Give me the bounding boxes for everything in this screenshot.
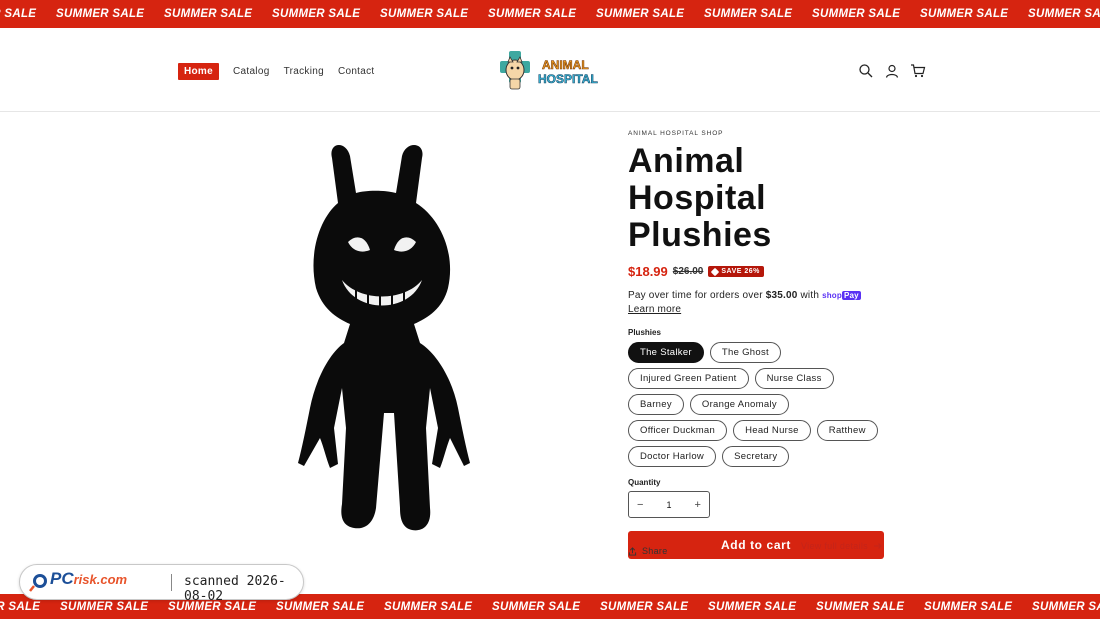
variant-option[interactable]: Doctor Harlow bbox=[628, 446, 717, 467]
installments-prefix: Pay over time for orders over bbox=[628, 290, 766, 301]
variant-option[interactable]: Barney bbox=[628, 394, 684, 415]
quantity-plus-button[interactable]: + bbox=[695, 499, 701, 511]
logo-line2: HOSPITAL bbox=[538, 72, 598, 86]
variant-option[interactable]: Orange Anomaly bbox=[689, 394, 789, 415]
announcement-text: SUMMER SALE bbox=[0, 8, 37, 20]
announcement-text: SUMMER SALE bbox=[812, 8, 901, 20]
compare-price: $26.00 bbox=[672, 266, 704, 277]
animal-hospital-logo[interactable]: ANIMAL HOSPITAL bbox=[494, 48, 602, 92]
save-badge: SAVE 26% bbox=[708, 266, 764, 277]
share-label: Share bbox=[642, 546, 668, 556]
tag-icon bbox=[711, 267, 720, 276]
variant-options: The Stalker The Ghost Injured Green Patien… bbox=[628, 342, 888, 467]
announcement-text: SUMMER SALE bbox=[704, 8, 793, 20]
magnifier-logo-icon bbox=[29, 574, 47, 592]
brand-pc: PC bbox=[50, 569, 74, 588]
save-label: SAVE 26% bbox=[721, 268, 760, 275]
announcement-text: SUMMER SALE bbox=[600, 600, 689, 613]
announcement-text: SUMMER SALE bbox=[1032, 600, 1100, 613]
arrow-right-icon bbox=[873, 543, 882, 549]
shop-pay-shop: shop bbox=[822, 291, 842, 300]
variant-option[interactable]: Nurse Class bbox=[754, 368, 834, 389]
variant-option[interactable]: Ratthew bbox=[816, 420, 878, 441]
announcement-text: SUMMER SALE bbox=[920, 8, 1009, 20]
quantity-minus-button[interactable]: − bbox=[637, 499, 643, 511]
nav-link-contact[interactable]: Contact bbox=[338, 64, 375, 79]
main-nav: Home Catalog Tracking Contact bbox=[178, 63, 375, 80]
announcement-text: SUMMER SALE bbox=[488, 8, 577, 20]
share-icon bbox=[628, 546, 637, 556]
variant-option[interactable]: Injured Green Patient bbox=[628, 368, 749, 389]
variant-option[interactable]: Officer Duckman bbox=[628, 420, 728, 441]
shop-pay-logo: shop Pay bbox=[822, 291, 861, 300]
price-row: $18.99 $26.00 SAVE 26% bbox=[628, 264, 888, 279]
quantity-label: Quantity bbox=[628, 478, 661, 487]
variant-option-label: Plushies bbox=[628, 328, 661, 337]
announcement-text: SUMMER SALE bbox=[924, 600, 1013, 613]
announcement-text: SUMMER SALE bbox=[272, 8, 361, 20]
brand-risk: risk.com bbox=[73, 572, 128, 587]
view-full-details-link[interactable]: View full details bbox=[801, 541, 882, 551]
installments-suffix: with bbox=[797, 290, 823, 301]
quantity-value[interactable]: 1 bbox=[666, 500, 671, 510]
cart-icon[interactable] bbox=[910, 63, 926, 79]
header-icons bbox=[858, 63, 926, 79]
product-image-stalker-plush[interactable] bbox=[280, 138, 480, 538]
share-button[interactable]: Share bbox=[628, 546, 668, 556]
quantity-stepper: − 1 + bbox=[628, 491, 710, 518]
announcement-text: SUMMER SALE bbox=[380, 8, 469, 20]
variant-option[interactable]: Head Nurse bbox=[733, 420, 811, 441]
announcement-text: SUMMER SALE bbox=[56, 8, 145, 20]
announcement-text: SUMMER SALE bbox=[164, 8, 253, 20]
product-info: ANIMAL HOSPITAL SHOP Animal Hospital Plu… bbox=[628, 130, 888, 559]
announcement-text: SUMMER SALE bbox=[492, 600, 581, 613]
badge-divider bbox=[171, 574, 172, 591]
pcrisk-watermark: PCrisk.com scanned 2026-08-02 bbox=[19, 564, 304, 604]
nav-link-home[interactable]: Home bbox=[178, 63, 219, 80]
learn-more-link[interactable]: Learn more bbox=[628, 304, 681, 315]
nav-link-tracking[interactable]: Tracking bbox=[284, 64, 324, 79]
variant-option[interactable]: Secretary bbox=[722, 446, 790, 467]
announcement-text: SUMMER SALE bbox=[816, 600, 905, 613]
product-title: Animal Hospital Plushies bbox=[628, 142, 772, 254]
account-icon[interactable] bbox=[884, 63, 900, 79]
pcrisk-brand: PCrisk.com bbox=[50, 569, 127, 589]
installments-message: Pay over time for orders over $35.00 wit… bbox=[628, 289, 888, 317]
nav-link-catalog[interactable]: Catalog bbox=[233, 64, 270, 79]
shop-pay-pay: Pay bbox=[841, 291, 861, 300]
product-vendor: ANIMAL HOSPITAL SHOP bbox=[628, 130, 724, 137]
search-icon[interactable] bbox=[858, 63, 874, 79]
sale-price: $18.99 bbox=[628, 264, 668, 279]
announcement-text: SUMMER SALE bbox=[1028, 8, 1100, 20]
installments-amount: $35.00 bbox=[765, 290, 798, 301]
variant-option[interactable]: The Ghost bbox=[709, 342, 781, 363]
announcement-text: SUMMER SALE bbox=[708, 600, 797, 613]
announcement-text: SUMMER SALE bbox=[384, 600, 473, 613]
announcement-text: SUMMER SALE bbox=[596, 8, 685, 20]
variant-option[interactable]: The Stalker bbox=[628, 342, 704, 363]
view-details-label: View full details bbox=[801, 541, 868, 551]
announcement-bar-top: SUMMER SALE SUMMER SALE SUMMER SALE SUMMER … bbox=[0, 0, 1100, 28]
logo-line1: ANIMAL bbox=[542, 58, 589, 72]
scan-date: scanned 2026-08-02 bbox=[184, 574, 286, 604]
